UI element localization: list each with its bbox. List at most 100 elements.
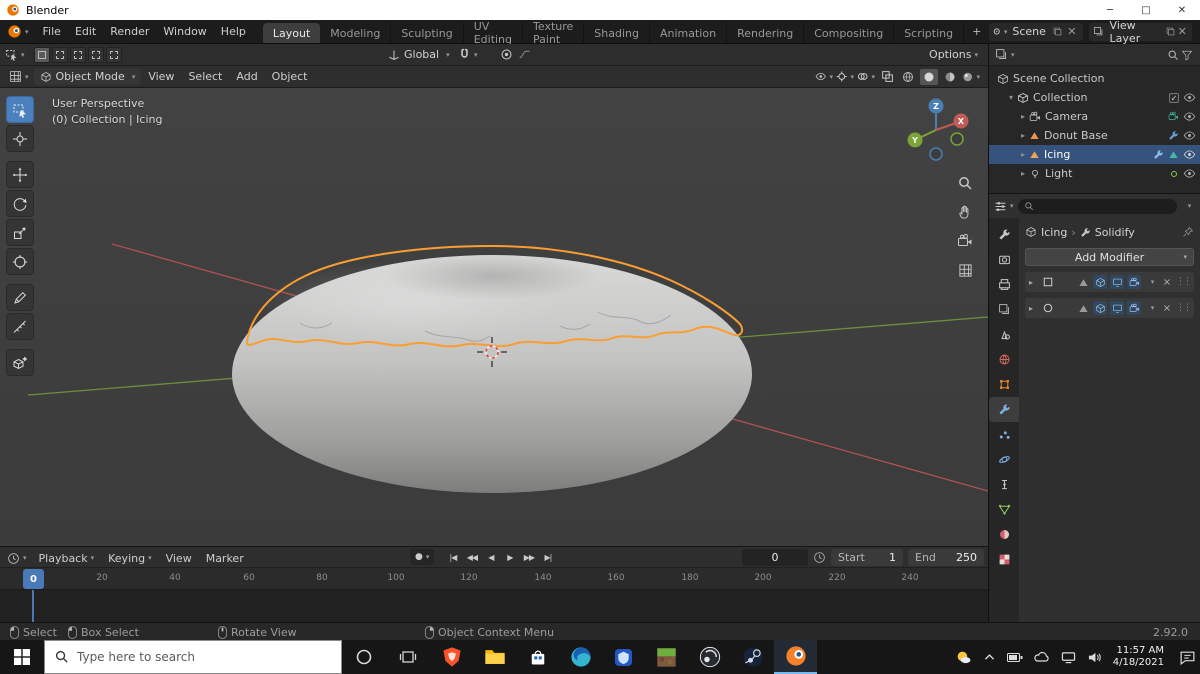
tool-add-primitive[interactable] — [6, 349, 34, 376]
falloff-curve-icon[interactable] — [518, 48, 531, 61]
outliner-search-icon[interactable] — [1166, 48, 1180, 62]
menu-view[interactable]: View — [141, 66, 181, 87]
display-in-editmode-toggle[interactable] — [1076, 275, 1090, 289]
collection-checkbox[interactable]: ✓ — [1169, 92, 1179, 103]
select-mode-intersect[interactable] — [105, 46, 122, 63]
tab-render-properties[interactable] — [989, 247, 1019, 272]
auto-keying-button[interactable]: ● — [410, 549, 435, 565]
tool-annotate[interactable] — [6, 284, 34, 311]
playhead-line[interactable] — [32, 590, 34, 622]
menu-window[interactable]: Window — [156, 20, 213, 43]
display-realtime-toggle[interactable] — [1110, 275, 1124, 289]
tab-view-layer-properties[interactable] — [989, 297, 1019, 322]
select-mode-invert[interactable] — [87, 46, 104, 63]
gizmo-y-negative-axis[interactable] — [950, 132, 964, 146]
select-mode-subtract[interactable] — [69, 46, 86, 63]
pin-icon[interactable] — [1182, 226, 1194, 238]
battery-icon[interactable] — [1007, 651, 1023, 664]
outliner-row-light[interactable]: ▸ Light — [989, 164, 1200, 183]
properties-filter-dropdown[interactable] — [1181, 199, 1195, 213]
select-mode-new[interactable] — [33, 46, 50, 63]
menu-render[interactable]: Render — [103, 20, 156, 43]
taskbar-app-edge[interactable] — [559, 640, 602, 674]
action-center-icon[interactable] — [1179, 650, 1196, 665]
maximize-button[interactable]: □ — [1128, 0, 1164, 20]
taskbar-app-store[interactable] — [516, 640, 559, 674]
outliner-row-collection[interactable]: ▾ Collection ✓ — [989, 88, 1200, 107]
modifier-row[interactable]: ▸ × ⋮⋮ — [1025, 298, 1194, 318]
expand-icon[interactable]: ▸ — [1017, 150, 1029, 159]
editor-type-button[interactable] — [0, 44, 30, 65]
proportional-editing-icon[interactable] — [500, 48, 513, 61]
jump-to-start-button[interactable]: |◀ — [444, 549, 461, 565]
remove-view-layer-icon[interactable]: ✕ — [1176, 25, 1188, 39]
tool-cursor[interactable] — [6, 125, 34, 152]
show-hidden-icons-chevron[interactable] — [983, 651, 996, 664]
breadcrumb-object[interactable]: Icing — [1041, 226, 1067, 239]
tab-scene-properties[interactable] — [989, 322, 1019, 347]
tab-object-data-properties[interactable] — [989, 497, 1019, 522]
minimize-button[interactable]: ─ — [1092, 0, 1128, 20]
tool-rotate[interactable] — [6, 190, 34, 217]
tab-uv-editing[interactable]: UV Editing — [464, 20, 524, 46]
tab-modeling[interactable]: Modeling — [320, 23, 392, 43]
taskbar-clock[interactable]: 11:57 AM 4/18/2021 — [1113, 645, 1164, 669]
jump-to-end-button[interactable]: ▶| — [539, 549, 556, 565]
properties-search-field[interactable] — [1017, 198, 1177, 214]
zoom-icon[interactable] — [954, 172, 976, 194]
display-realtime-toggle[interactable] — [1110, 301, 1124, 315]
display-in-viewport-toggle[interactable] — [1093, 275, 1107, 289]
camera-view-icon[interactable] — [954, 230, 976, 252]
select-mode-extend[interactable] — [51, 46, 68, 63]
taskbar-search[interactable] — [44, 640, 342, 674]
shading-wireframe-button[interactable] — [899, 69, 917, 85]
tab-shading[interactable]: Shading — [584, 23, 650, 43]
start-button[interactable] — [0, 640, 44, 674]
object-visibility-dropdown[interactable] — [815, 69, 833, 85]
mode-dropdown[interactable]: Object Mode — [33, 68, 142, 85]
add-workspace-button[interactable]: + — [964, 25, 989, 38]
menu-edit[interactable]: Edit — [68, 20, 103, 43]
playhead[interactable]: 0 — [23, 569, 44, 589]
timeline-track[interactable] — [0, 590, 988, 622]
modifier-row[interactable]: ▸ × ⋮⋮ — [1025, 272, 1194, 292]
add-modifier-button[interactable]: Add Modifier — [1025, 248, 1194, 266]
modifier-drag-handle[interactable]: ⋮⋮ — [1176, 303, 1192, 313]
tab-modifier-properties[interactable] — [989, 397, 1019, 422]
browse-scene-icon[interactable] — [993, 25, 1007, 39]
scene-selector[interactable]: Scene ✕ — [989, 22, 1083, 41]
search-input[interactable] — [45, 641, 341, 673]
outliner-row-donut-base[interactable]: ▸ Donut Base — [989, 126, 1200, 145]
menu-marker[interactable]: Marker — [199, 547, 251, 569]
xray-toggle[interactable] — [878, 69, 896, 85]
modifier-close-icon[interactable]: × — [1161, 303, 1173, 314]
outliner-editor-type-button[interactable] — [995, 48, 1015, 61]
menu-help[interactable]: Help — [214, 20, 253, 43]
tab-texture-paint[interactable]: Texture Paint — [523, 20, 585, 46]
tool-select-box[interactable] — [6, 96, 34, 123]
eye-icon[interactable] — [1183, 91, 1196, 104]
options-dropdown[interactable]: Options — [929, 48, 978, 61]
timeline-ruler[interactable]: 0 20 40 60 80 100 120 140 160 180 200 22… — [0, 568, 988, 590]
breadcrumb-modifier[interactable]: Solidify — [1095, 226, 1135, 239]
tool-transform[interactable] — [6, 248, 34, 275]
tab-tool-properties[interactable] — [989, 222, 1019, 247]
tab-constraint-properties[interactable] — [989, 472, 1019, 497]
menu-add[interactable]: Add — [229, 66, 264, 87]
tab-rendering[interactable]: Rendering — [727, 23, 805, 43]
render-toggle[interactable] — [1127, 275, 1141, 289]
taskbar-app-brave[interactable] — [430, 640, 473, 674]
render-toggle[interactable] — [1127, 301, 1141, 315]
modifier-drag-handle[interactable]: ⋮⋮ — [1176, 277, 1192, 287]
shading-solid-button[interactable] — [920, 68, 938, 85]
tab-compositing[interactable]: Compositing — [804, 23, 895, 43]
outliner-filter-icon[interactable] — [1180, 48, 1194, 62]
viewport-canvas[interactable]: User Perspective (0) Collection | Icing … — [0, 88, 988, 546]
gizmo-z-negative-axis[interactable] — [929, 147, 943, 161]
ortho-grid-icon[interactable] — [954, 259, 976, 281]
menu-file[interactable]: File — [36, 20, 68, 43]
outliner-row-camera[interactable]: ▸ Camera — [989, 107, 1200, 126]
frame-range-clock-icon[interactable] — [813, 551, 826, 564]
outliner-row-scene-collection[interactable]: Scene Collection — [989, 69, 1200, 88]
eye-icon[interactable] — [1183, 129, 1196, 142]
